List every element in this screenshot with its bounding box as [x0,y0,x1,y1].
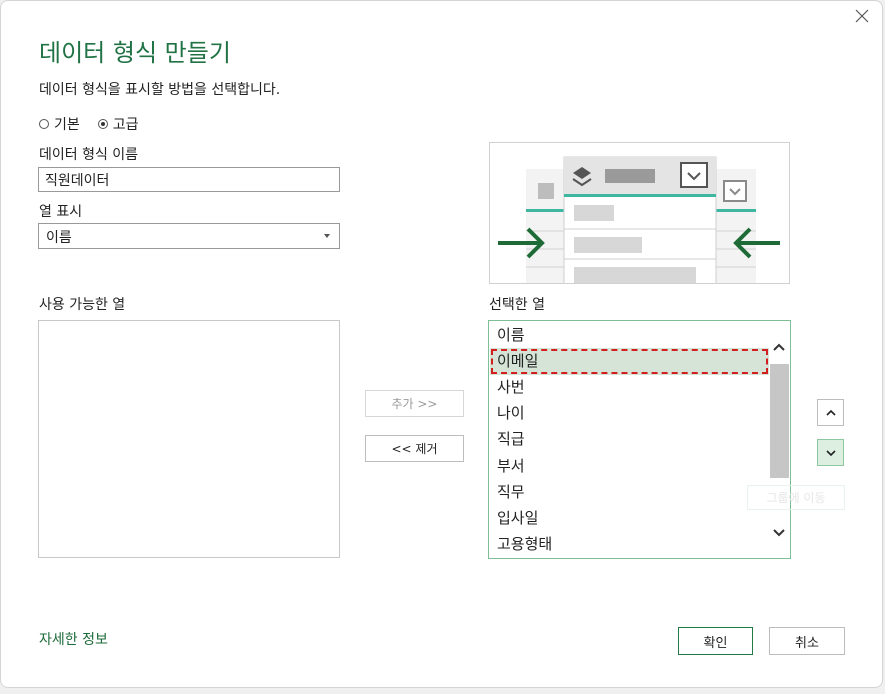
list-item[interactable]: 직무 [497,480,525,504]
remove-button[interactable]: << 제거 [365,435,464,462]
dialog-subtitle: 데이터 형식을 표시할 방법을 선택합니다. [39,82,281,98]
group-move-button: 그룹에 이동 [747,485,845,510]
selected-columns-list[interactable]: 이름 이메일 사번 나이 직급 부서 직무 입사일 고용형태 [488,320,791,559]
data-type-name-input[interactable] [38,167,340,192]
add-button[interactable]: 추가 >> [365,390,464,417]
dropdown-arrow-icon [324,234,330,238]
close-icon [855,9,869,23]
radio-basic-dot [39,119,49,129]
selected-columns-label: 선택한 열 [489,297,545,313]
display-column-value: 이름 [46,230,72,246]
list-item[interactable]: 이름 [497,323,525,347]
radio-advanced[interactable]: 고급 [97,114,139,134]
chevron-up-icon [825,409,836,416]
move-down-button[interactable] [817,439,844,466]
cancel-button[interactable]: 취소 [769,627,845,655]
scrollbar-thumb[interactable] [770,364,789,478]
scroll-down-icon[interactable] [772,525,786,539]
move-up-button[interactable] [817,399,844,426]
scroll-up-icon[interactable] [772,341,786,355]
chevron-down-icon [825,449,836,456]
available-columns-list[interactable] [38,320,340,558]
radio-basic-label: 기본 [54,117,80,133]
name-field-label: 데이터 형식 이름 [39,147,139,163]
list-item[interactable]: 부서 [497,454,525,478]
card-preview-graphic [498,156,780,283]
radio-basic[interactable]: 기본 [39,114,80,134]
preview-illustration [489,142,790,284]
list-item[interactable]: 사번 [497,375,525,399]
dialog-title: 데이터 형식 만들기 [39,39,231,67]
create-data-type-dialog: 데이터 형식 만들기 데이터 형식을 표시할 방법을 선택합니다. 기본 고급 … [0,0,883,688]
list-item[interactable]: 입사일 [497,506,538,530]
selection-dashed-outline [491,349,768,374]
close-button[interactable] [851,5,873,27]
list-item[interactable]: 나이 [497,401,525,425]
list-scrollbar[interactable] [769,321,790,558]
list-item[interactable]: 고용형태 [497,532,552,556]
radio-advanced-label: 고급 [112,117,139,133]
available-columns-label: 사용 가능한 열 [39,297,126,313]
more-info-link[interactable]: 자세한 정보 [39,629,108,649]
mode-radio-group: 기본 고급 [39,114,139,134]
radio-advanced-dot [97,119,108,129]
ok-button[interactable]: 확인 [678,627,753,655]
list-item[interactable]: 직급 [497,427,525,451]
display-column-dropdown[interactable]: 이름 [38,223,340,249]
display-column-label: 열 표시 [39,204,83,220]
